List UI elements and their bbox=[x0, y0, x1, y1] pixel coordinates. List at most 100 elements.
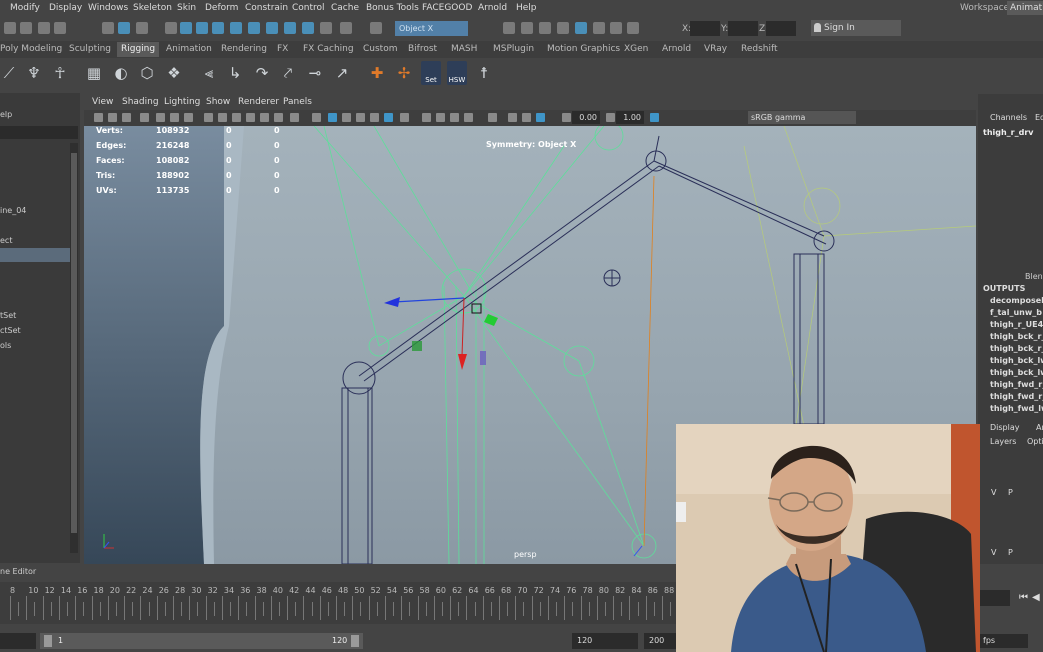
output-node[interactable]: thigh_bck_lw bbox=[990, 356, 1043, 365]
output-node[interactable]: thigh_bck_r_ bbox=[990, 344, 1043, 353]
redo-icon[interactable] bbox=[54, 22, 66, 34]
range-slider-end-handle[interactable] bbox=[351, 635, 359, 647]
pause-icon[interactable] bbox=[627, 22, 639, 34]
options-menu[interactable]: Opti bbox=[1027, 437, 1043, 446]
field-chart-icon[interactable] bbox=[246, 113, 255, 122]
menu-arnold[interactable]: Arnold bbox=[478, 3, 507, 13]
ipr-render-icon[interactable] bbox=[539, 22, 551, 34]
tab-fx[interactable]: FX bbox=[277, 44, 288, 54]
tab-poly-modeling[interactable]: Poly Modeling bbox=[0, 44, 62, 54]
depth-of-field-icon[interactable] bbox=[464, 113, 473, 122]
hsw-shelf-button[interactable]: HSW bbox=[447, 61, 467, 85]
joint-tool-icon[interactable]: ⟋ bbox=[0, 64, 18, 82]
tab-anim[interactable]: An bbox=[1036, 423, 1043, 432]
y-input[interactable] bbox=[728, 21, 758, 36]
end-time-field[interactable]: 120 bbox=[572, 633, 638, 649]
layer-playback-label[interactable]: P bbox=[1008, 548, 1013, 557]
gate-mask-icon[interactable] bbox=[232, 113, 241, 122]
grease-pencil-icon[interactable] bbox=[156, 113, 165, 122]
set-shelf-button[interactable]: Set bbox=[421, 61, 441, 85]
character-icon[interactable]: ☨ bbox=[475, 64, 493, 82]
outliner-item[interactable]: ols bbox=[0, 341, 11, 350]
tab-arnold[interactable]: Arnold bbox=[662, 44, 691, 54]
time-slider[interactable]: 8 10 12 14 16 18 20 22 24 26 28 30 32 34 36 38 40 42 44 46 4… bbox=[0, 582, 690, 624]
xray-icon[interactable] bbox=[488, 113, 497, 122]
smooth-shade-icon[interactable] bbox=[328, 113, 337, 122]
make-live-icon[interactable] bbox=[266, 22, 278, 34]
exposure-input[interactable]: 0.00 bbox=[572, 111, 600, 124]
dropdown-icon[interactable] bbox=[370, 22, 382, 34]
menu-bonus-tools[interactable]: Bonus Tools bbox=[366, 3, 419, 13]
select-object-icon[interactable] bbox=[118, 22, 130, 34]
hypershade-icon[interactable] bbox=[575, 22, 587, 34]
view-transform-select[interactable]: sRGB gamma bbox=[748, 111, 856, 124]
snap-view-icon[interactable] bbox=[284, 22, 296, 34]
layer-visibility-label[interactable]: V bbox=[991, 488, 996, 497]
camera-attributes-icon[interactable] bbox=[94, 113, 103, 122]
resolution-gate-icon[interactable] bbox=[218, 113, 227, 122]
tab-edit[interactable]: Ed bbox=[1035, 113, 1043, 122]
isolate-select-icon[interactable] bbox=[290, 113, 299, 122]
select-component-icon[interactable] bbox=[136, 22, 148, 34]
outliner-help-menu[interactable]: elp bbox=[0, 110, 12, 119]
motion-blur-icon[interactable] bbox=[436, 113, 445, 122]
snap-surface-icon[interactable] bbox=[248, 22, 260, 34]
range-slider[interactable] bbox=[40, 633, 363, 649]
menu-help[interactable]: Help bbox=[516, 3, 537, 13]
wireframe-icon[interactable] bbox=[312, 113, 321, 122]
output-node[interactable]: thigh_bck_lw bbox=[990, 368, 1043, 377]
menu-display[interactable]: Display bbox=[49, 3, 82, 13]
snap-curve-icon[interactable] bbox=[196, 22, 208, 34]
symmetry-object-field[interactable]: Object X bbox=[395, 21, 468, 36]
symmetry-icon[interactable] bbox=[302, 22, 314, 34]
locator-icon[interactable]: ✚ bbox=[368, 64, 386, 82]
tab-rigging[interactable]: Rigging bbox=[117, 42, 160, 57]
bind-skin-icon[interactable]: ⫷ bbox=[200, 64, 218, 82]
undo-icon[interactable] bbox=[38, 22, 50, 34]
construction-history-icon[interactable] bbox=[340, 22, 352, 34]
tab-redshift[interactable]: Redshift bbox=[741, 44, 778, 54]
outliner-item[interactable]: ine_04 bbox=[0, 206, 26, 215]
backface-culling-icon[interactable] bbox=[536, 113, 545, 122]
wireframe-on-shaded-icon[interactable] bbox=[356, 113, 365, 122]
tab-motion-graphics[interactable]: Motion Graphics bbox=[547, 44, 620, 54]
create-cluster-icon[interactable]: ◐ bbox=[112, 64, 130, 82]
menu-cache[interactable]: Cache bbox=[331, 3, 359, 13]
shadows-icon[interactable] bbox=[400, 113, 409, 122]
aim-constraint-icon[interactable]: ↗ bbox=[333, 64, 351, 82]
range-slider-start-handle[interactable] bbox=[44, 635, 52, 647]
grid-toggle-icon[interactable] bbox=[204, 113, 213, 122]
tab-custom[interactable]: Custom bbox=[363, 44, 397, 54]
sign-in-button[interactable]: Sign In bbox=[811, 20, 901, 36]
vp-menu-shading[interactable]: Shading bbox=[122, 97, 159, 107]
x-input[interactable] bbox=[690, 21, 720, 36]
vp-menu-view[interactable]: View bbox=[92, 97, 113, 107]
ambient-occlusion-icon[interactable] bbox=[422, 113, 431, 122]
blend-shape-icon[interactable]: ⬡ bbox=[138, 64, 156, 82]
safe-title-icon[interactable] bbox=[274, 113, 283, 122]
outliner-item[interactable]: ctSet bbox=[0, 326, 21, 335]
output-node[interactable]: decomposeM bbox=[990, 296, 1043, 305]
bookmark-icon[interactable] bbox=[108, 113, 117, 122]
open-scene-icon[interactable] bbox=[4, 22, 16, 34]
tab-animation[interactable]: Animation bbox=[166, 44, 212, 54]
tab-display[interactable]: Display bbox=[990, 423, 1020, 432]
color-management-icon[interactable] bbox=[650, 113, 659, 122]
lock-icon[interactable] bbox=[320, 22, 332, 34]
xray-joints-icon[interactable] bbox=[508, 113, 517, 122]
paint-weights-icon[interactable]: ⤤ bbox=[279, 64, 297, 82]
go-to-start-icon[interactable]: ⏮ bbox=[1019, 592, 1028, 603]
ik-handle-icon[interactable]: ↳ bbox=[226, 64, 244, 82]
menu-control[interactable]: Control bbox=[292, 3, 325, 13]
save-scene-icon[interactable] bbox=[20, 22, 32, 34]
2d-pan-zoom-icon[interactable] bbox=[170, 113, 179, 122]
render-sequence-icon[interactable] bbox=[521, 22, 533, 34]
exposure-icon[interactable] bbox=[562, 113, 571, 122]
vp-menu-panels[interactable]: Panels bbox=[283, 97, 312, 107]
selection-mask-icon[interactable] bbox=[165, 22, 177, 34]
vp-menu-show[interactable]: Show bbox=[206, 97, 230, 107]
render-frame-icon[interactable] bbox=[503, 22, 515, 34]
outliner-item[interactable]: tSet bbox=[0, 311, 16, 320]
tab-xgen[interactable]: XGen bbox=[624, 44, 648, 54]
anim-end-field[interactable]: 200 bbox=[644, 633, 680, 649]
